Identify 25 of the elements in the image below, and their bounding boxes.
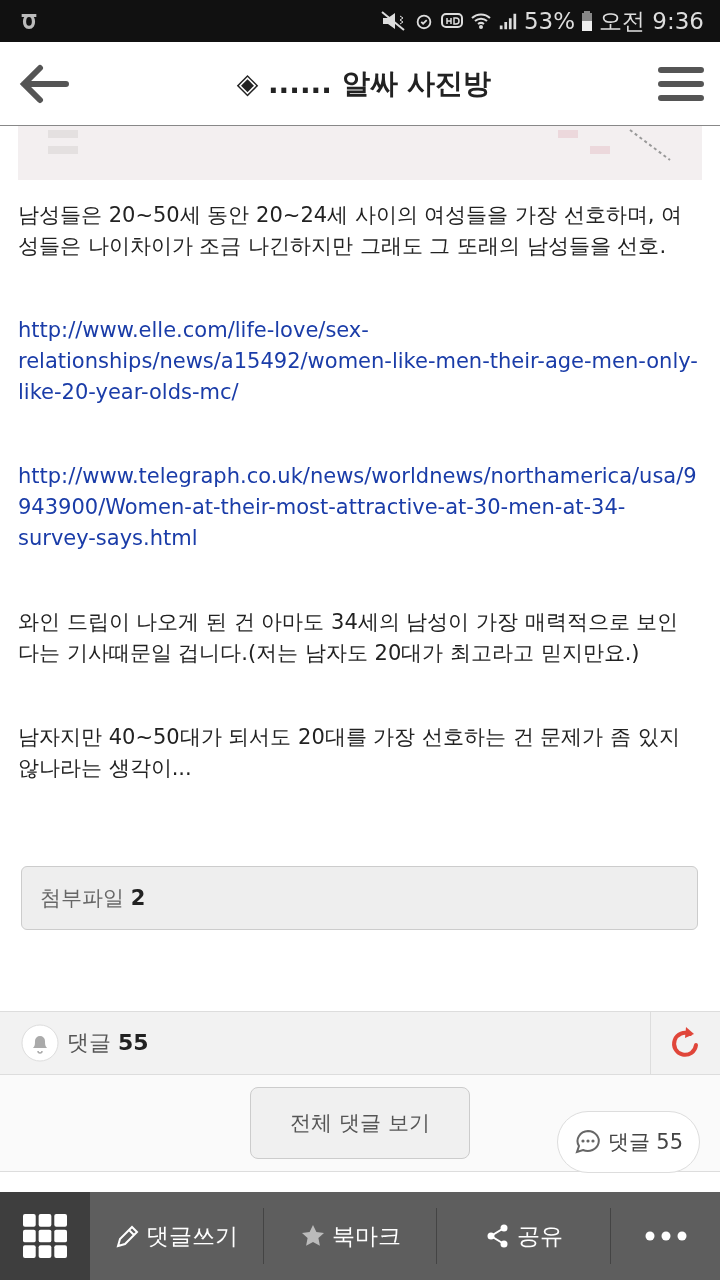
toolbar-button[interactable]: 댓글쓰기 (90, 1208, 263, 1264)
battery-icon (581, 10, 594, 32)
article-link[interactable]: http://www.elle.com/life-love/sex-relationships/news/a15492/women-like-men-their-age-men-only-like-20-year-olds-mc/ (18, 315, 698, 408)
pencil-icon (114, 1223, 141, 1249)
view-all-comments-button[interactable]: 전체 댓글 보기 (250, 1087, 470, 1159)
attachments-label: 첨부파일 2 (40, 885, 146, 912)
menu-icon (658, 65, 704, 102)
toolbar-button[interactable]: 공유 (436, 1208, 610, 1264)
article-link[interactable]: http://www.telegraph.co.uk/news/worldnews/northamerica/usa/9943900/Women-at-their-most-attractive-at-30-men-at-34-survey-says.html (18, 461, 698, 554)
wifi-icon (469, 10, 492, 32)
page-title: ◈ ...... 알싸 사진방 (236, 65, 492, 102)
back-arrow-icon (18, 63, 70, 104)
bell-icon (21, 1024, 59, 1062)
attachments-bar[interactable]: 첨부파일 2 (21, 866, 698, 930)
paragraph: 남성들은 20~50세 동안 20~24세 사이의 여성들을 가장 선호하며, 여성들은 나이차이가 조금 나긴하지만 그래도 그 또래의 남성들을 선호. (18, 202, 684, 260)
chat-bubble-icon (573, 1128, 602, 1156)
clock: 오전 9:36 (599, 6, 704, 36)
grid-icon (23, 1214, 67, 1258)
comments-float-button[interactable]: 댓글 55 (556, 1111, 700, 1173)
apps-button[interactable] (0, 1192, 90, 1280)
toolbar-button[interactable]: 북마크 (262, 1208, 437, 1264)
paragraph: 남자지만 40~50대가 되서도 20대를 가장 선호하는 건 문제가 좀 있지 않나라는 생각이... (18, 724, 681, 782)
paragraph: 와인 드립이 나오게 된 건 아마도 34세의 남성이 가장 매력적으로 보인다는 기사때문일 겁니다.(저는 남자도 20대가 최고라고 믿지만요.) (18, 609, 680, 667)
comment-count: 댓글 55 (67, 1029, 149, 1057)
battery-percent: 53% (523, 8, 576, 34)
